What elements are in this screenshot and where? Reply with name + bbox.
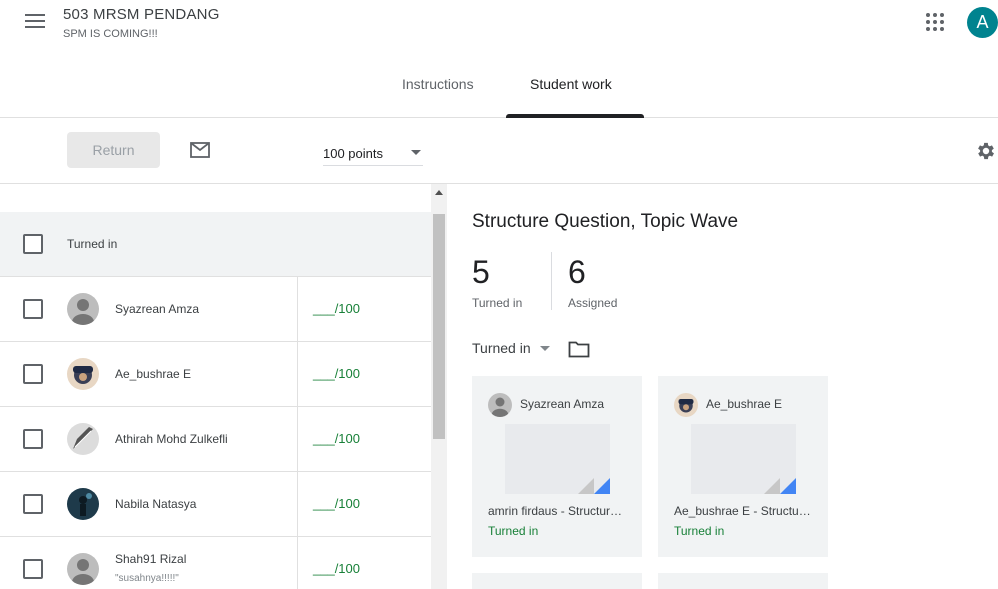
doc-fold-shadow	[578, 478, 594, 494]
card-file-name: amrin firdaus - Structure Question	[488, 504, 628, 518]
card-status: Turned in	[488, 524, 539, 538]
document-thumbnail[interactable]	[691, 424, 796, 494]
doc-type-icon	[594, 478, 610, 494]
grade-field[interactable]: ___/100	[313, 561, 360, 576]
assignment-overview: Structure Question, Topic Wave 5 Turned …	[448, 184, 998, 589]
submission-card-partial[interactable]	[658, 573, 828, 589]
avatar	[488, 393, 512, 417]
table-row[interactable]: Nabila Natasya ___/100	[0, 472, 431, 537]
tab-instructions[interactable]: Instructions	[402, 76, 474, 92]
avatar	[674, 393, 698, 417]
submission-card[interactable]: Syazrean Amza amrin firdaus - Structure …	[472, 376, 642, 557]
points-dropdown[interactable]: 100 points	[323, 140, 423, 166]
private-comment: "susahnya!!!!!"	[115, 573, 179, 584]
avatar	[67, 423, 99, 455]
section-header-turned-in: Turned in	[0, 212, 431, 277]
card-student-name: Ae_bushrae E	[706, 397, 783, 411]
student-name: Athirah Mohd Zulkefli	[115, 432, 228, 446]
table-row[interactable]: Shah91 Rizal "susahnya!!!!!" ___/100	[0, 537, 431, 589]
apps-grid-icon[interactable]	[926, 13, 944, 31]
chevron-down-icon	[411, 150, 421, 155]
assigned-label: Assigned	[568, 296, 618, 310]
class-subtitle: SPM IS COMING!!!	[63, 28, 158, 40]
stat-divider	[551, 252, 552, 310]
student-name: Nabila Natasya	[115, 497, 197, 511]
row-checkbox[interactable]	[23, 559, 43, 579]
select-all-checkbox[interactable]	[23, 234, 43, 254]
card-status: Turned in	[674, 524, 725, 538]
menu-icon[interactable]	[25, 14, 45, 30]
student-list: Turned in Syazrean Amza ___/100 Ae_bushr…	[0, 184, 447, 589]
assignment-title: Structure Question, Topic Wave	[472, 211, 739, 232]
row-checkbox[interactable]	[23, 429, 43, 449]
table-row[interactable]: Athirah Mohd Zulkefli ___/100	[0, 407, 431, 472]
submission-card-partial[interactable]	[472, 573, 642, 589]
turned-in-count: 5	[472, 254, 490, 290]
points-value: 100 points	[323, 146, 383, 161]
grade-field[interactable]: ___/100	[313, 366, 360, 381]
row-checkbox[interactable]	[23, 299, 43, 319]
row-checkbox[interactable]	[23, 364, 43, 384]
gear-icon[interactable]	[975, 140, 997, 162]
document-thumbnail[interactable]	[505, 424, 610, 494]
grade-field[interactable]: ___/100	[313, 301, 360, 316]
avatar	[67, 553, 99, 585]
card-student-name: Syazrean Amza	[520, 397, 605, 411]
scroll-thumb[interactable]	[433, 214, 445, 439]
return-button[interactable]: Return	[67, 132, 160, 168]
doc-fold-shadow	[764, 478, 780, 494]
email-icon[interactable]	[190, 142, 210, 158]
grade-field[interactable]: ___/100	[313, 431, 360, 446]
assigned-count: 6	[568, 254, 586, 290]
submission-card[interactable]: Ae_bushrae E Ae_bushrae E - Structure Qu…	[658, 376, 828, 557]
row-checkbox[interactable]	[23, 494, 43, 514]
section-label: Turned in	[67, 237, 118, 251]
divider	[297, 472, 298, 537]
table-row[interactable]: Syazrean Amza ___/100	[0, 277, 431, 342]
doc-type-icon	[780, 478, 796, 494]
folder-icon[interactable]	[568, 340, 590, 358]
grading-toolbar: Return 100 points	[0, 118, 998, 184]
class-title[interactable]: 503 MRSM PENDANG	[63, 6, 220, 23]
avatar	[67, 358, 99, 390]
list-row-cutoff	[0, 184, 431, 212]
student-name: Ae_bushrae E	[115, 367, 192, 381]
account-avatar[interactable]: A	[967, 7, 998, 38]
table-row[interactable]: Ae_bushrae E ___/100	[0, 342, 431, 407]
student-name: Shah91 Rizal	[115, 552, 187, 566]
status-filter-dropdown[interactable]: Turned in	[472, 340, 531, 356]
divider	[297, 342, 298, 407]
divider	[297, 407, 298, 472]
card-file-name: Ae_bushrae E - Structure Question	[674, 504, 814, 518]
student-name: Syazrean Amza	[115, 302, 200, 316]
tab-student-work[interactable]: Student work	[530, 76, 612, 92]
top-bar: 503 MRSM PENDANG SPM IS COMING!!! A Inst…	[0, 0, 998, 118]
turned-in-label: Turned in	[472, 296, 523, 310]
chevron-down-icon[interactable]	[540, 346, 550, 351]
avatar	[67, 488, 99, 520]
scroll-up-arrow-icon[interactable]	[435, 190, 443, 195]
list-scrollbar[interactable]	[431, 184, 447, 589]
divider	[297, 277, 298, 342]
grade-field[interactable]: ___/100	[313, 496, 360, 511]
avatar	[67, 293, 99, 325]
divider	[297, 537, 298, 589]
